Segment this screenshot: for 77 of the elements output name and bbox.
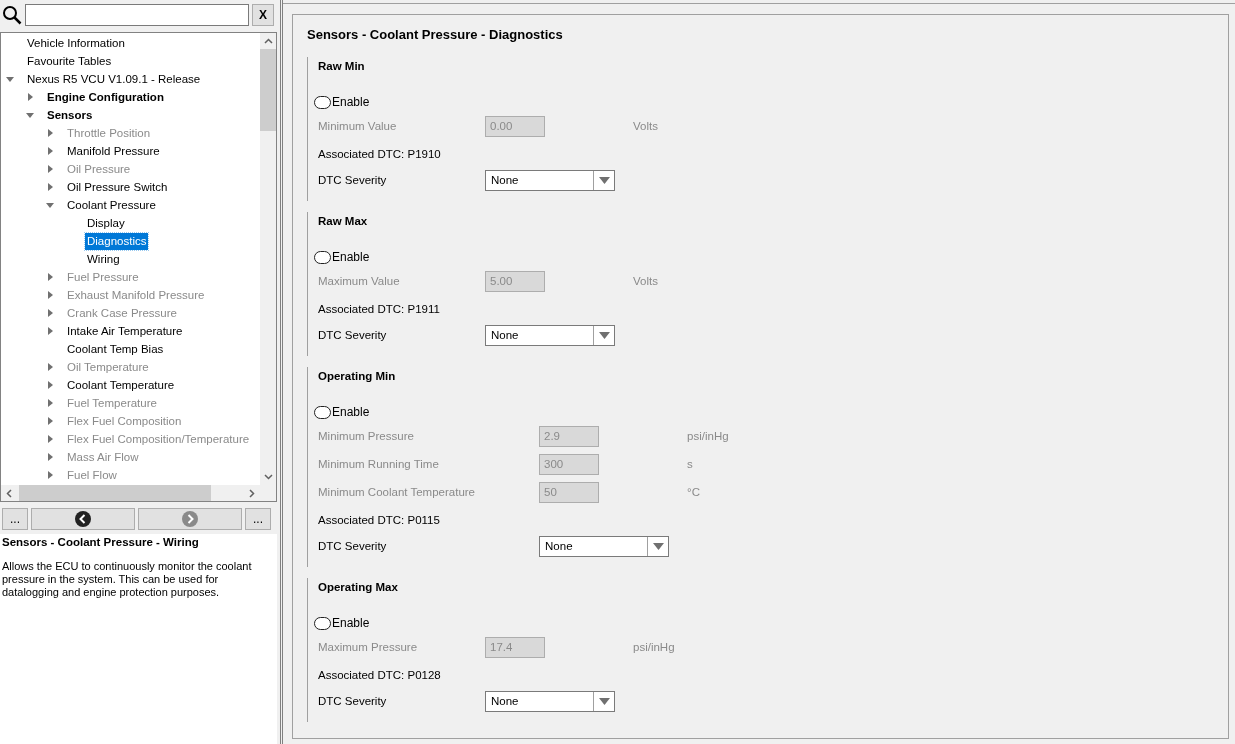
tree-item[interactable]: Manifold Pressure [65, 142, 162, 160]
section-title: Operating Min [318, 369, 397, 384]
tree-item[interactable]: Diagnostics [85, 232, 149, 250]
enable-label: Enable [332, 405, 370, 419]
unit-label: psi/inHg [632, 641, 676, 653]
clear-button[interactable]: X [252, 4, 274, 26]
right-chevron-icon[interactable] [249, 488, 255, 498]
expand-triangle-icon[interactable] [45, 326, 55, 336]
severity-dropdown[interactable]: None [485, 324, 615, 346]
search-field[interactable] [25, 4, 249, 26]
search-icon [2, 5, 22, 25]
severity-dropdown[interactable]: None [539, 535, 670, 557]
severity-label: DTC Severity [318, 694, 388, 709]
scrollbar-thumb[interactable] [260, 49, 276, 131]
description-title: Sensors - Coolant Pressure - Wiring [2, 536, 200, 548]
enable-label: Enable [332, 616, 370, 630]
up-chevron-icon[interactable] [263, 38, 273, 44]
associated-dtc: Associated DTC: P1911 [318, 301, 441, 317]
expand-triangle-icon[interactable] [45, 146, 55, 156]
back-button[interactable] [31, 508, 135, 530]
more-button[interactable]: ... [2, 508, 28, 530]
tree-item[interactable]: Coolant Temp Bias [65, 340, 166, 358]
enable-toggle[interactable] [314, 616, 331, 630]
dropdown-arrow-icon [598, 176, 610, 184]
unit-label: s [686, 458, 694, 470]
tree-item[interactable]: Intake Air Temperature [65, 322, 185, 340]
scrollbar-thumb[interactable] [19, 485, 211, 501]
expand-triangle-icon[interactable] [45, 182, 55, 192]
field-label: Minimum Coolant Temperature [318, 485, 477, 500]
page-title: Sensors - Coolant Pressure - Diagnostics [307, 27, 564, 43]
unit-label: Volts [632, 275, 659, 287]
expand-triangle-icon[interactable] [45, 380, 55, 390]
dropdown-arrow-icon [652, 542, 664, 550]
tree-item[interactable]: Sensors [45, 106, 95, 124]
tree-item[interactable]: Coolant Temperature [65, 376, 177, 394]
section-title: Operating Max [318, 580, 399, 595]
associated-dtc: Associated DTC: P1910 [318, 146, 442, 162]
collapse-triangle-icon[interactable] [45, 200, 55, 210]
unit-label: Volts [632, 120, 659, 132]
enable-toggle[interactable] [314, 95, 331, 109]
tree-item[interactable]: Nexus R5 VCU V1.09.1 - Release [25, 70, 203, 88]
field-label: Minimum Pressure [318, 429, 415, 444]
description-text: Allows the ECU to continuously monitor the coolant pressure in the system. This can be used for datalogging and engine protection purposes. [2, 560, 253, 599]
down-chevron-icon[interactable] [263, 474, 273, 480]
tree-item[interactable]: Vehicle Information [25, 34, 127, 52]
field-label: Minimum Running Time [318, 457, 440, 472]
severity-label: DTC Severity [318, 539, 388, 554]
section-title: Raw Min [318, 59, 366, 74]
enable-toggle[interactable] [314, 250, 331, 264]
associated-dtc: Associated DTC: P0115 [318, 512, 441, 528]
field-label: Minimum Value [318, 119, 398, 134]
tree-item[interactable]: Wiring [85, 250, 122, 268]
field-label: Maximum Pressure [318, 640, 419, 655]
severity-label: DTC Severity [318, 173, 388, 188]
field-label: Maximum Value [318, 274, 401, 289]
dropdown-arrow-icon [598, 697, 610, 705]
enable-label: Enable [332, 250, 370, 264]
tree-item[interactable]: Oil Pressure Switch [65, 178, 170, 196]
severity-label: DTC Severity [318, 328, 388, 343]
tree-item[interactable]: Engine Configuration [45, 88, 166, 106]
dropdown-arrow-icon [598, 331, 610, 339]
tree-item[interactable]: Coolant Pressure [65, 196, 158, 214]
tree-item[interactable]: Display [85, 214, 127, 232]
tree-item[interactable]: Favourite Tables [25, 52, 114, 70]
associated-dtc: Associated DTC: P0128 [318, 667, 442, 683]
unit-label: °C [686, 486, 701, 498]
enable-toggle[interactable] [314, 405, 331, 419]
enable-label: Enable [332, 95, 370, 109]
unit-label: psi/inHg [686, 430, 730, 442]
section-title: Raw Max [318, 214, 369, 229]
collapse-triangle-icon[interactable] [5, 74, 15, 84]
collapse-triangle-icon[interactable] [25, 110, 35, 120]
severity-dropdown[interactable]: None [485, 690, 615, 712]
severity-dropdown[interactable]: None [485, 169, 615, 191]
left-chevron-icon[interactable] [6, 488, 12, 498]
more-button[interactable]: ... [245, 508, 271, 530]
expand-triangle-icon[interactable] [25, 92, 35, 102]
